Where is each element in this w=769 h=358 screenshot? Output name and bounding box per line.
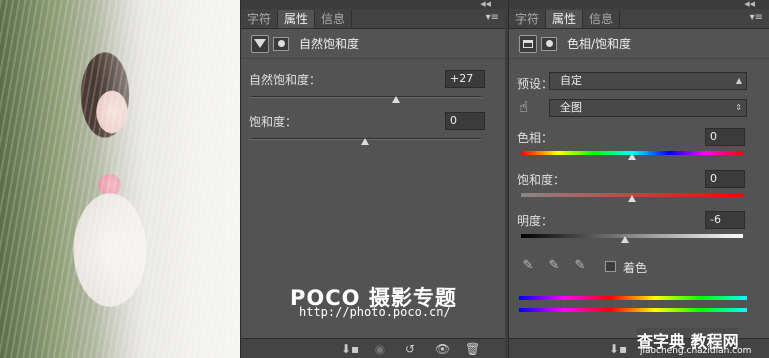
hue-slider-thumb[interactable] xyxy=(628,153,636,160)
eyedropper-minus-icon[interactable]: ✎ xyxy=(573,258,587,274)
channel-value: 全图 xyxy=(560,101,582,114)
preset-select[interactable]: 自定 ▲ xyxy=(549,72,747,90)
saturation-label: 饱和度： xyxy=(249,115,298,129)
panel-menu-icon[interactable]: ▾≡ xyxy=(750,12,763,24)
tab-properties[interactable]: 属性 xyxy=(278,10,316,28)
collapse-icon[interactable]: ◀◀ xyxy=(480,0,491,9)
saturation-slider-thumb[interactable] xyxy=(628,195,636,202)
panel-bottom-toolbar: ⬇▪ ◉ ↺ 👁 🗑 xyxy=(241,338,505,358)
collapse-icon[interactable]: ◀◀ xyxy=(744,0,755,9)
vibrance-slider-thumb[interactable] xyxy=(392,96,400,103)
eyedropper-icon[interactable]: ✎ xyxy=(521,258,535,274)
tab-properties[interactable]: 属性 xyxy=(546,10,584,28)
panel-tabs: 字符 属性 信息 ▾≡ xyxy=(509,9,769,29)
saturation-label: 饱和度： xyxy=(517,173,566,187)
saturation-value-field[interactable]: 0 xyxy=(705,170,745,188)
adjustment-title: 自然饱和度 xyxy=(299,37,360,51)
site-watermark-url: jiaocheng.chazidian.com xyxy=(640,346,752,356)
lightness-slider-track[interactable] xyxy=(521,234,743,238)
vibrance-icon xyxy=(251,34,269,53)
target-hand-icon[interactable]: ☝ xyxy=(519,98,528,116)
saturation-slider-thumb[interactable] xyxy=(361,138,369,145)
properties-panel-hue-saturation: ◀◀ 字符 属性 信息 ▾≡ 色相/饱和度 预设： 自定 ▲ ☝ 全图 ⇕ 色相： … xyxy=(508,0,769,358)
preset-label: 预设： xyxy=(517,77,554,91)
updown-arrow-icon: ▲ xyxy=(735,76,742,85)
eyedropper-plus-icon[interactable]: ✎ xyxy=(547,258,561,274)
lightness-label: 明度： xyxy=(517,214,554,228)
photo-preview xyxy=(0,0,240,358)
tab-info[interactable]: 信息 xyxy=(583,10,621,28)
vibrance-value-field[interactable]: +27 xyxy=(445,70,485,88)
visibility-eye-icon[interactable]: 👁 xyxy=(435,342,450,356)
preset-value: 自定 xyxy=(560,74,582,87)
hue-value-field[interactable]: 0 xyxy=(705,128,745,146)
tab-character[interactable]: 字符 xyxy=(241,10,279,28)
tab-info[interactable]: 信息 xyxy=(315,10,353,28)
channel-select[interactable]: 全图 ⇕ xyxy=(549,99,747,117)
vibrance-slider-track[interactable] xyxy=(251,96,481,98)
panel-tabs: 字符 属性 信息 ▾≡ xyxy=(241,9,505,29)
view-previous-icon[interactable]: ◉ xyxy=(373,342,387,356)
mask-icon[interactable] xyxy=(273,36,289,51)
colorize-checkbox[interactable] xyxy=(605,261,616,272)
saturation-value-field[interactable]: 0 xyxy=(445,112,485,130)
tab-character[interactable]: 字符 xyxy=(509,10,547,28)
adjustment-title: 色相/饱和度 xyxy=(567,37,632,51)
mask-icon[interactable] xyxy=(541,36,557,51)
colorize-label: 着色 xyxy=(623,261,648,275)
photo-veil-overlay xyxy=(0,0,240,358)
panel-topbar: ◀◀ xyxy=(509,0,769,9)
panel-menu-icon[interactable]: ▾≡ xyxy=(486,12,499,24)
hue-saturation-icon xyxy=(519,34,537,53)
reset-icon[interactable]: ↺ xyxy=(403,342,417,356)
vibrance-label: 自然饱和度： xyxy=(249,73,322,87)
lightness-value-field[interactable]: -6 xyxy=(705,211,745,229)
poco-watermark-url: http://photo.poco.cn/ xyxy=(299,305,451,319)
panel-topbar: ◀◀ xyxy=(241,0,505,9)
lightness-slider-thumb[interactable] xyxy=(621,236,629,243)
updown-arrow-icon: ⇕ xyxy=(735,103,742,112)
color-range-bar-top xyxy=(519,296,747,300)
clip-to-layer-icon[interactable]: ⬇▪ xyxy=(341,342,359,356)
adjustment-header: 自然饱和度 xyxy=(241,29,505,59)
hue-label: 色相： xyxy=(517,131,554,145)
color-range-bar-bottom xyxy=(519,308,747,312)
delete-trash-icon[interactable]: 🗑 xyxy=(465,342,480,356)
adjustment-header: 色相/饱和度 xyxy=(509,29,769,59)
clip-to-layer-icon[interactable]: ⬇▪ xyxy=(609,342,627,356)
